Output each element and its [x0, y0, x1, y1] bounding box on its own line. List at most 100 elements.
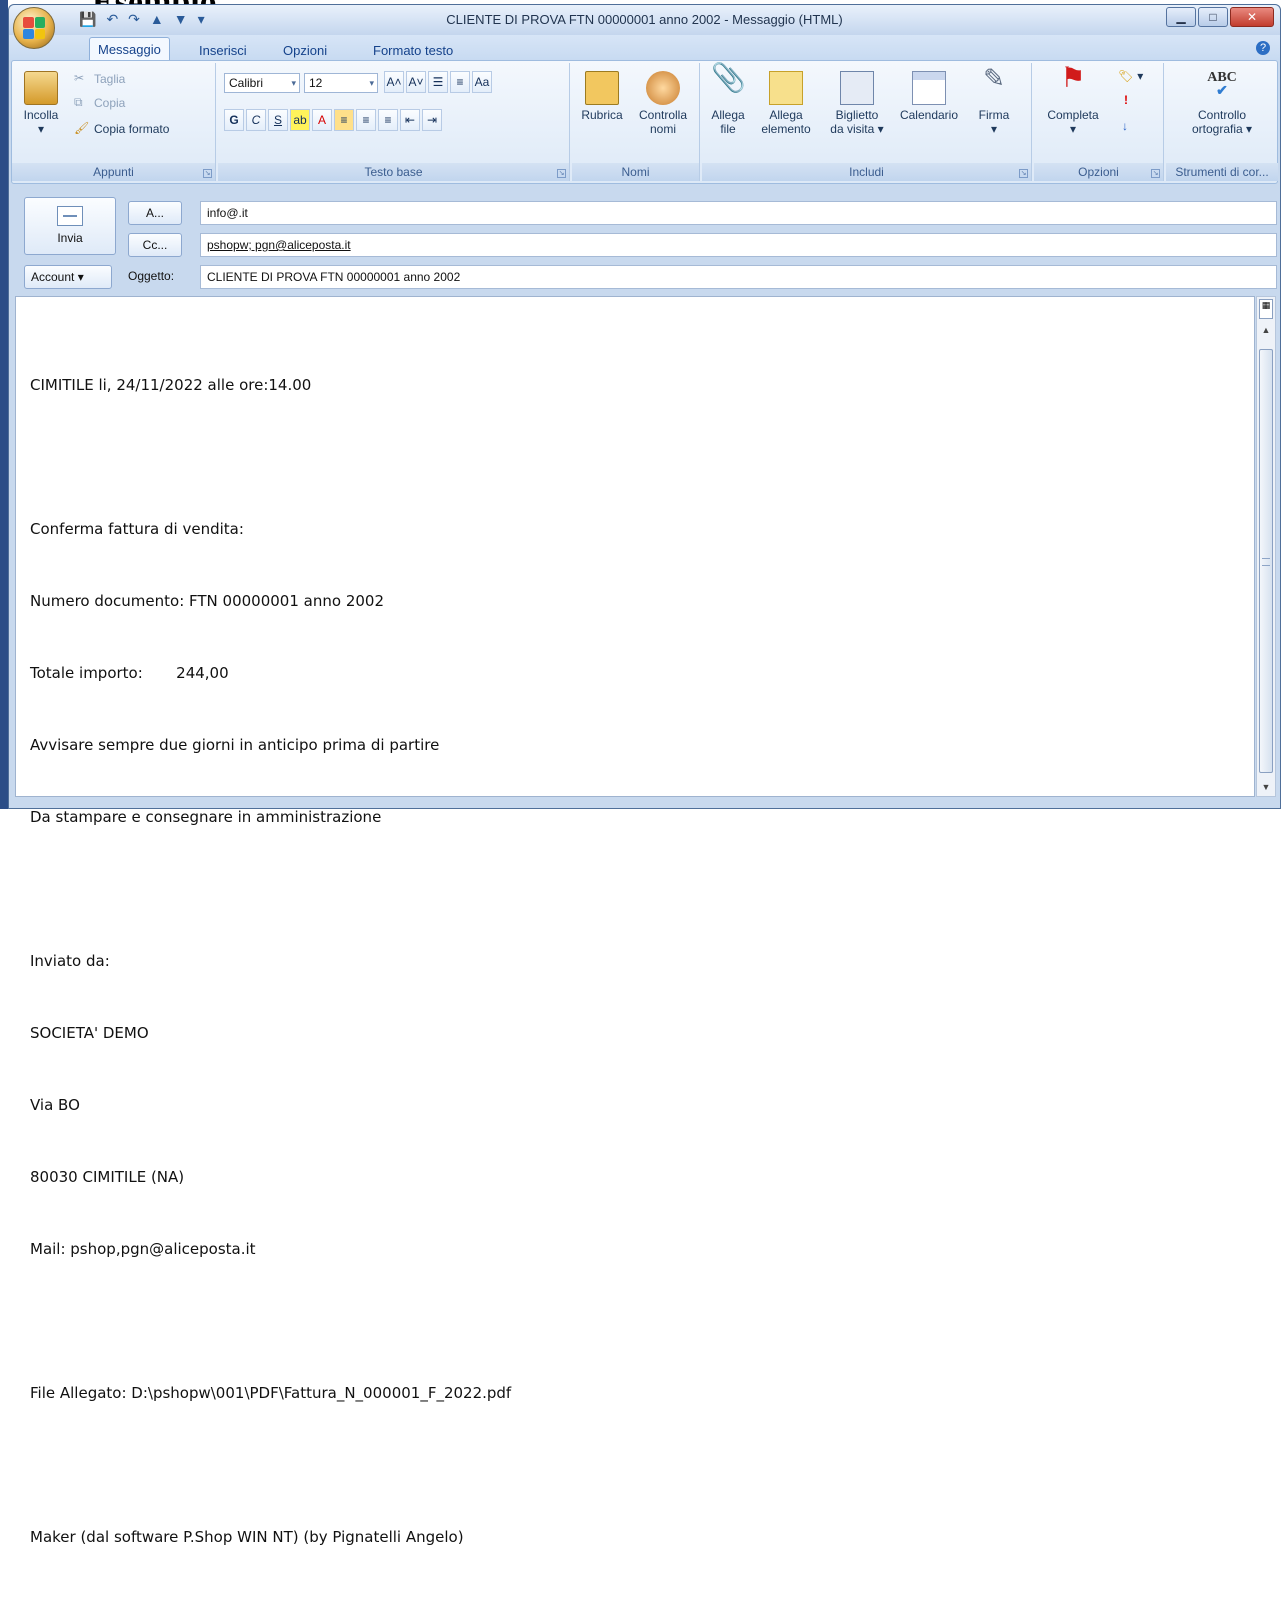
paste-button[interactable]: Incolla ▾ [18, 71, 64, 136]
ruler-icon[interactable]: ▦ [1259, 299, 1273, 319]
help-icon[interactable]: ? [1256, 41, 1270, 55]
send-label: Invia [57, 231, 83, 245]
window-title: CLIENTE DI PROVA FTN 00000001 anno 2002 … [446, 12, 843, 27]
dialog-launcher-icon[interactable]: ↘ [557, 169, 566, 178]
message-body-text: CIMITILE li, 24/11/2022 alle ore:14.00 C… [30, 325, 511, 1597]
dialog-launcher-icon[interactable]: ↘ [1151, 169, 1160, 178]
scroll-thumb[interactable] [1259, 349, 1273, 773]
increase-indent-icon[interactable]: ⇥ [422, 109, 442, 131]
scroll-down-icon[interactable]: ▼ [1261, 782, 1271, 792]
signature-label: Firma [978, 108, 1010, 122]
body-line: File Allegato: D:\pshopw\001\PDF\Fattura… [30, 1384, 512, 1402]
highlight-icon[interactable]: ab [290, 109, 310, 131]
low-importance-button[interactable]: ↓ [1122, 119, 1128, 133]
styles-icon[interactable]: Aa [472, 71, 492, 93]
cc-field[interactable]: pshopw; pgn@aliceposta.it [200, 233, 1277, 257]
attach-file-button[interactable]: 📎 Allega file [706, 64, 750, 137]
font-color-icon[interactable]: A [312, 109, 332, 131]
format-buttons: G C S ab A ≡ ≡ ≡ ⇤ ⇥ [224, 109, 442, 131]
to-button[interactable]: A... [128, 201, 182, 225]
chevron-down-icon: ▾ [291, 78, 296, 88]
red-flag-icon: ⚑ [1060, 62, 1086, 93]
body-line: Totale importo: 244,00 [30, 664, 229, 682]
check-names-label-1: Controlla [638, 108, 688, 122]
chevron-down-icon: ▾ [77, 270, 84, 284]
decrease-indent-icon[interactable]: ⇤ [400, 109, 420, 131]
group-label-strumenti: Strumenti di cor... [1166, 163, 1278, 181]
calendar-button[interactable]: Calendario [892, 71, 966, 122]
send-button[interactable]: Invia [24, 197, 116, 255]
follow-up-button[interactable]: ⚑ Completa ▾ [1040, 62, 1106, 137]
minimize-icon[interactable]: ▁ [1166, 7, 1196, 27]
font-name-combo[interactable]: Calibri ▾ [224, 73, 300, 93]
tab-formato-testo[interactable]: Formato testo [365, 39, 461, 62]
address-book-icon [585, 71, 619, 105]
shrink-font-icon[interactable]: A˅ [406, 71, 426, 93]
paste-label: Incolla [23, 108, 59, 122]
tab-messaggio[interactable]: Messaggio [89, 37, 170, 62]
account-button[interactable]: Account ▾ [24, 265, 112, 289]
scroll-up-icon[interactable]: ▲ [1261, 325, 1271, 335]
categorize-button[interactable]: 🏷 ▾ [1118, 69, 1143, 83]
message-header: Invia A... info@.it Cc... pshopw; pgn@al… [8, 197, 1277, 293]
dialog-launcher-icon[interactable]: ↘ [1019, 169, 1028, 178]
account-label: Account [31, 270, 75, 284]
cut-button[interactable]: ✂ Taglia [74, 71, 125, 87]
numbering-icon[interactable]: ≡ [450, 71, 470, 93]
bold-button[interactable]: G [224, 109, 244, 131]
body-line [30, 877, 511, 901]
grip-icon [1262, 558, 1270, 566]
align-right-icon[interactable]: ≡ [378, 109, 398, 131]
font-size-combo[interactable]: 12 ▾ [304, 73, 378, 93]
format-painter-label: Copia formato [94, 122, 170, 136]
underline-button[interactable]: S [268, 109, 288, 131]
business-card-button[interactable]: Biglietto da visita ▾ [826, 71, 888, 136]
format-painter-button[interactable]: 🖌 Copia formato [74, 121, 169, 137]
office-button[interactable] [13, 7, 55, 49]
font-size-value: 12 [309, 76, 323, 90]
office-logo-icon [23, 17, 45, 39]
body-line: Numero documento: FTN 00000001 anno 2002 [30, 592, 384, 610]
font-size-buttons: A˄ A˅ ☰ ≡ Aa [384, 71, 492, 93]
group-label-opzioni: Opzioni [1034, 163, 1163, 181]
align-left-icon[interactable]: ≡ [334, 109, 354, 131]
subject-field[interactable]: CLIENTE DI PROVA FTN 00000001 anno 2002 [200, 265, 1277, 289]
body-line: SOCIETA' DEMO [30, 1024, 149, 1042]
italic-button[interactable]: C [246, 109, 266, 131]
spellcheck-icon: ABC ✔ [1207, 70, 1237, 99]
close-icon[interactable]: ✕ [1230, 7, 1274, 27]
message-body-editor[interactable]: CIMITILE li, 24/11/2022 alle ore:14.00 C… [15, 296, 1255, 1546]
attach-file-label-2: file [720, 122, 736, 136]
spelling-label-2: ortografia [1191, 122, 1243, 136]
body-line: Avvisare sempre due giorni in anticipo p… [30, 736, 440, 754]
follow-up-label: Completa [1047, 108, 1099, 122]
grow-font-icon[interactable]: A˄ [384, 71, 404, 93]
attach-item-button[interactable]: Allega elemento [756, 71, 816, 136]
to-field[interactable]: info@.it [200, 201, 1277, 225]
spelling-label-1: Controllo [1197, 108, 1247, 122]
align-center-icon[interactable]: ≡ [356, 109, 376, 131]
spelling-button[interactable]: ABC ✔ Controllo ortografia ▾ [1174, 70, 1270, 137]
body-line: Via BO [30, 1096, 80, 1114]
body-line: CIMITILE li, 24/11/2022 alle ore:14.00 [30, 376, 312, 394]
copy-button[interactable]: ⧉ Copia [74, 95, 125, 111]
cc-button[interactable]: Cc... [128, 233, 182, 257]
signature-button[interactable]: ✎ Firma ▾ [972, 65, 1016, 136]
high-importance-button[interactable]: ! [1124, 93, 1128, 107]
body-line: Conferma fattura di vendita: [30, 520, 244, 538]
copy-icon: ⧉ [74, 95, 83, 109]
address-book-button[interactable]: Rubrica [576, 71, 628, 122]
cut-label: Taglia [94, 72, 126, 86]
body-line: Inviato da: [30, 952, 110, 970]
attach-item-label-2: elemento [761, 122, 811, 136]
tab-opzioni[interactable]: Opzioni [275, 39, 335, 62]
group-appunti: Incolla ▾ ✂ Taglia ⧉ Copia 🖌 Copia formato A… [12, 63, 216, 181]
bullets-icon[interactable]: ☰ [428, 71, 448, 93]
dialog-launcher-icon[interactable]: ↘ [203, 169, 212, 178]
tab-inserisci[interactable]: Inserisci [191, 39, 255, 62]
vertical-scrollbar[interactable]: ▦ ▲ ▼ [1256, 296, 1276, 797]
maximize-icon[interactable]: □ [1198, 7, 1228, 27]
title-bar: 💾 ↶ ↷ ▲ ▼ ▾ CLIENTE DI PROVA FTN 0000000… [9, 5, 1280, 35]
check-names-button[interactable]: Controlla nomi [630, 71, 696, 136]
attach-file-label-1: Allega [711, 108, 745, 122]
